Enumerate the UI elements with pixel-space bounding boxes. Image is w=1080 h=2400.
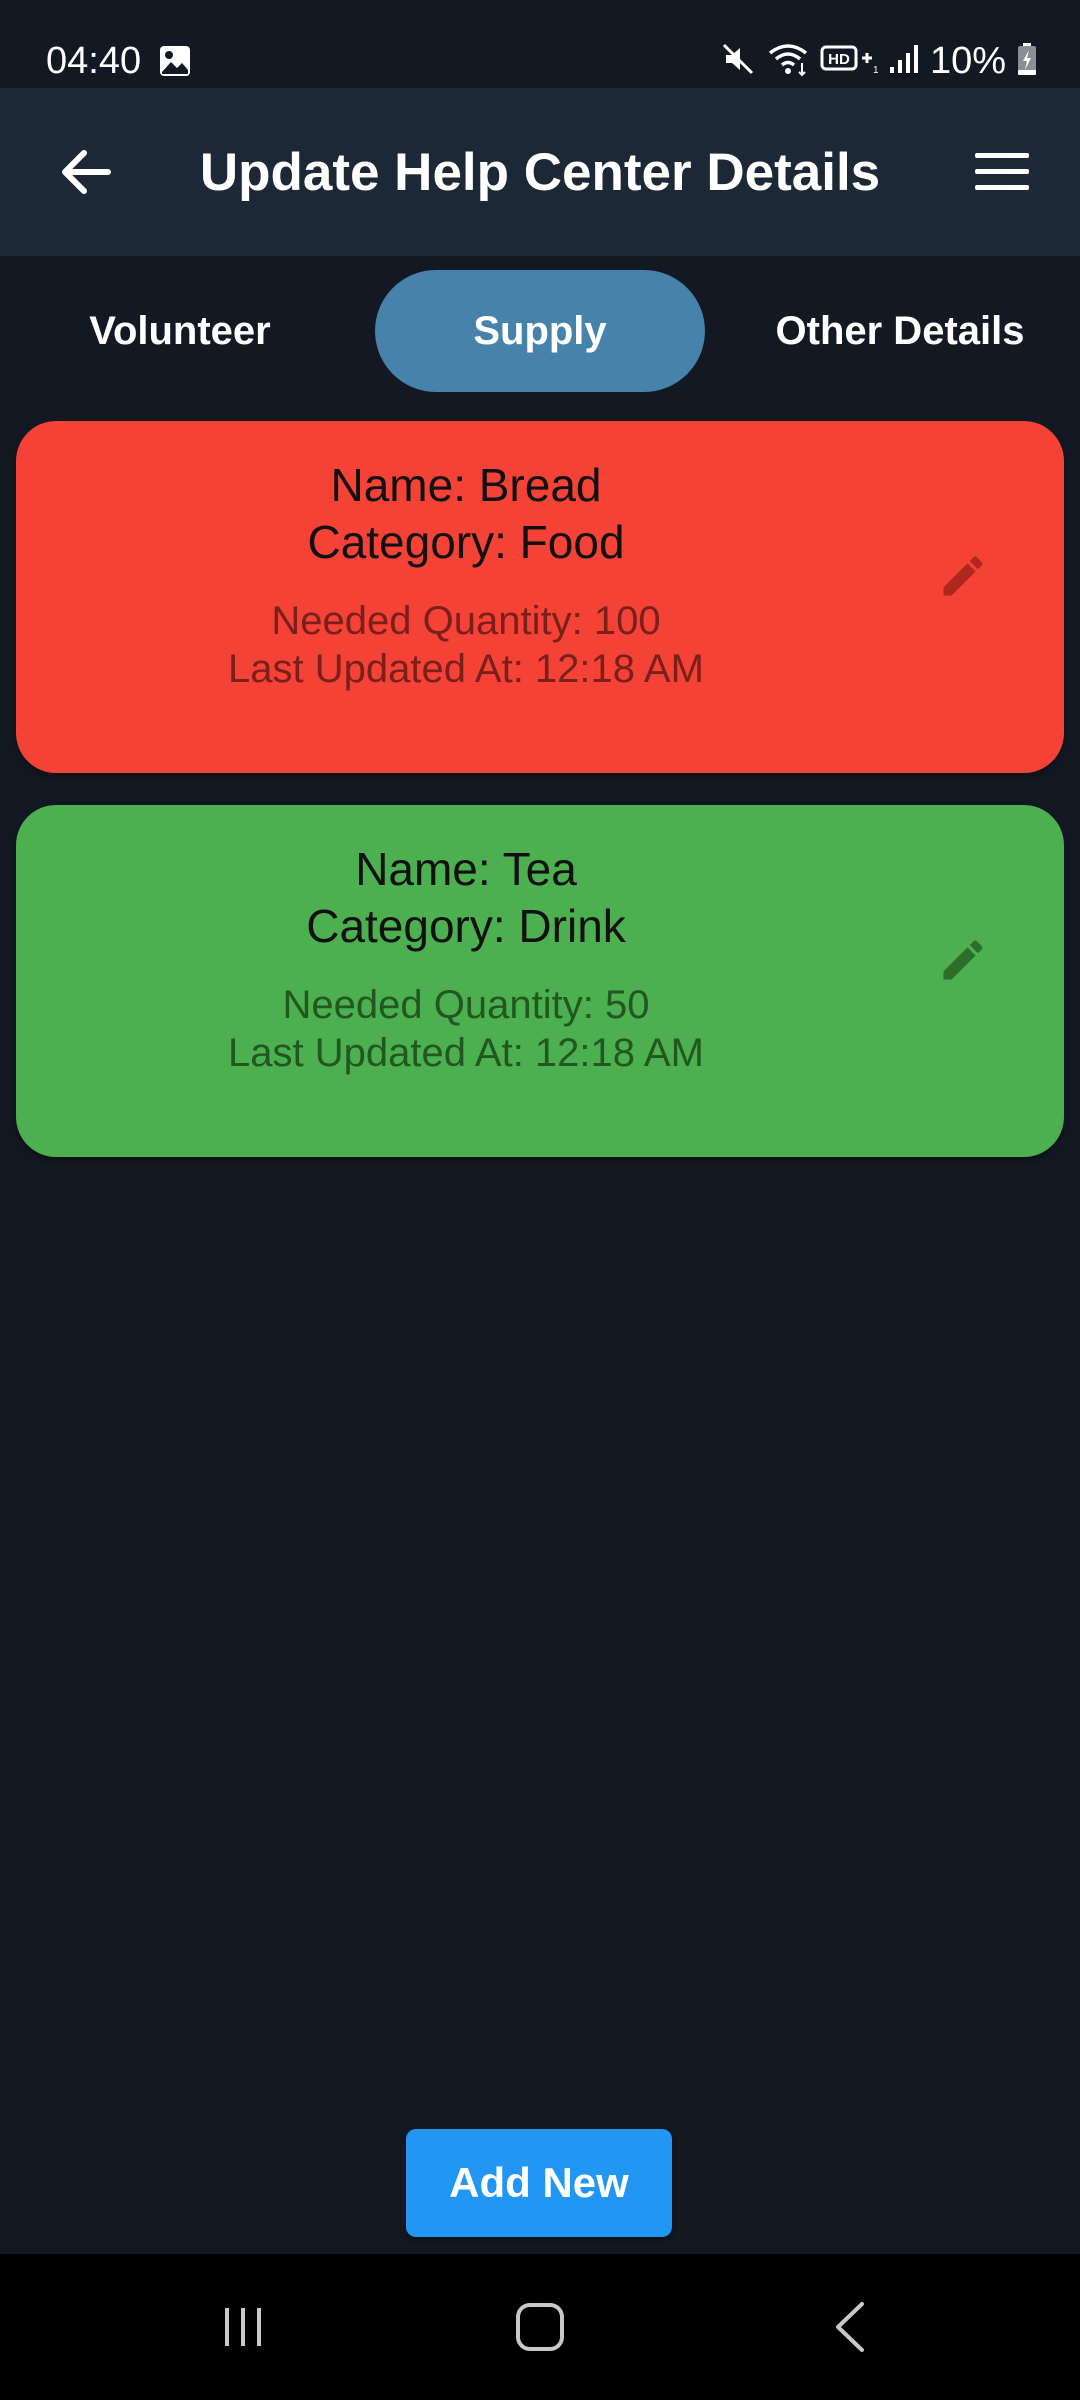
home-icon: [516, 2303, 564, 2351]
arrow-back-icon: [62, 150, 111, 194]
wifi-icon: [766, 41, 810, 82]
supply-quantity: Needed Quantity: 100: [271, 599, 661, 643]
card-text: Name: Bread Category: Food Needed Quanti…: [16, 457, 916, 693]
battery-charging-icon: [1016, 41, 1038, 82]
recent-apps-icon: [225, 2308, 261, 2346]
signal-icon: [888, 41, 920, 82]
hd-voice-icon: HD 1: [820, 41, 879, 82]
back-nav-button[interactable]: [790, 2254, 910, 2400]
supply-last-updated: Last Updated At: 12:18 AM: [228, 1031, 704, 1075]
mute-icon: [720, 41, 756, 82]
gallery-icon: [158, 44, 192, 78]
supply-last-updated: Last Updated At: 12:18 AM: [228, 647, 704, 691]
card-text: Name: Tea Category: Drink Needed Quantit…: [16, 841, 916, 1077]
edit-button[interactable]: [926, 539, 1000, 613]
home-button[interactable]: [480, 2254, 600, 2400]
back-nav-icon: [836, 2302, 864, 2352]
supply-card: Name: Tea Category: Drink Needed Quantit…: [16, 805, 1064, 1157]
supply-category: Category: Drink: [306, 900, 626, 952]
back-button[interactable]: [44, 130, 128, 214]
tab-volunteer[interactable]: Volunteer: [0, 270, 360, 392]
add-new-button[interactable]: Add New: [406, 2129, 672, 2237]
recent-apps-button[interactable]: [183, 2254, 303, 2400]
edit-button[interactable]: [926, 923, 1000, 997]
battery-percent: 10%: [929, 40, 1006, 82]
svg-text:1: 1: [873, 65, 878, 76]
system-nav-bar: [0, 2254, 1080, 2400]
supply-name: Name: Tea: [355, 843, 577, 895]
status-time: 04:40: [46, 40, 142, 82]
tab-other-details[interactable]: Other Details: [720, 270, 1080, 392]
tab-supply[interactable]: Supply: [375, 270, 705, 392]
menu-button[interactable]: [960, 130, 1044, 214]
app-bar: Update Help Center Details: [0, 88, 1080, 256]
hamburger-menu-icon: [975, 153, 1029, 190]
page-title: Update Help Center Details: [199, 142, 881, 202]
supply-name: Name: Bread: [330, 459, 602, 511]
status-bar: 04:40 HD 1 10%: [0, 0, 1080, 88]
supply-quantity: Needed Quantity: 50: [282, 983, 650, 1027]
tab-bar: Volunteer Supply Other Details: [0, 270, 1080, 392]
supply-card: Name: Bread Category: Food Needed Quanti…: [16, 421, 1064, 773]
edit-pencil-icon: [943, 940, 983, 980]
edit-pencil-icon: [943, 556, 983, 596]
supply-category: Category: Food: [307, 516, 625, 568]
status-icons: HD 1 10%: [720, 34, 1038, 88]
svg-text:HD: HD: [828, 51, 850, 68]
